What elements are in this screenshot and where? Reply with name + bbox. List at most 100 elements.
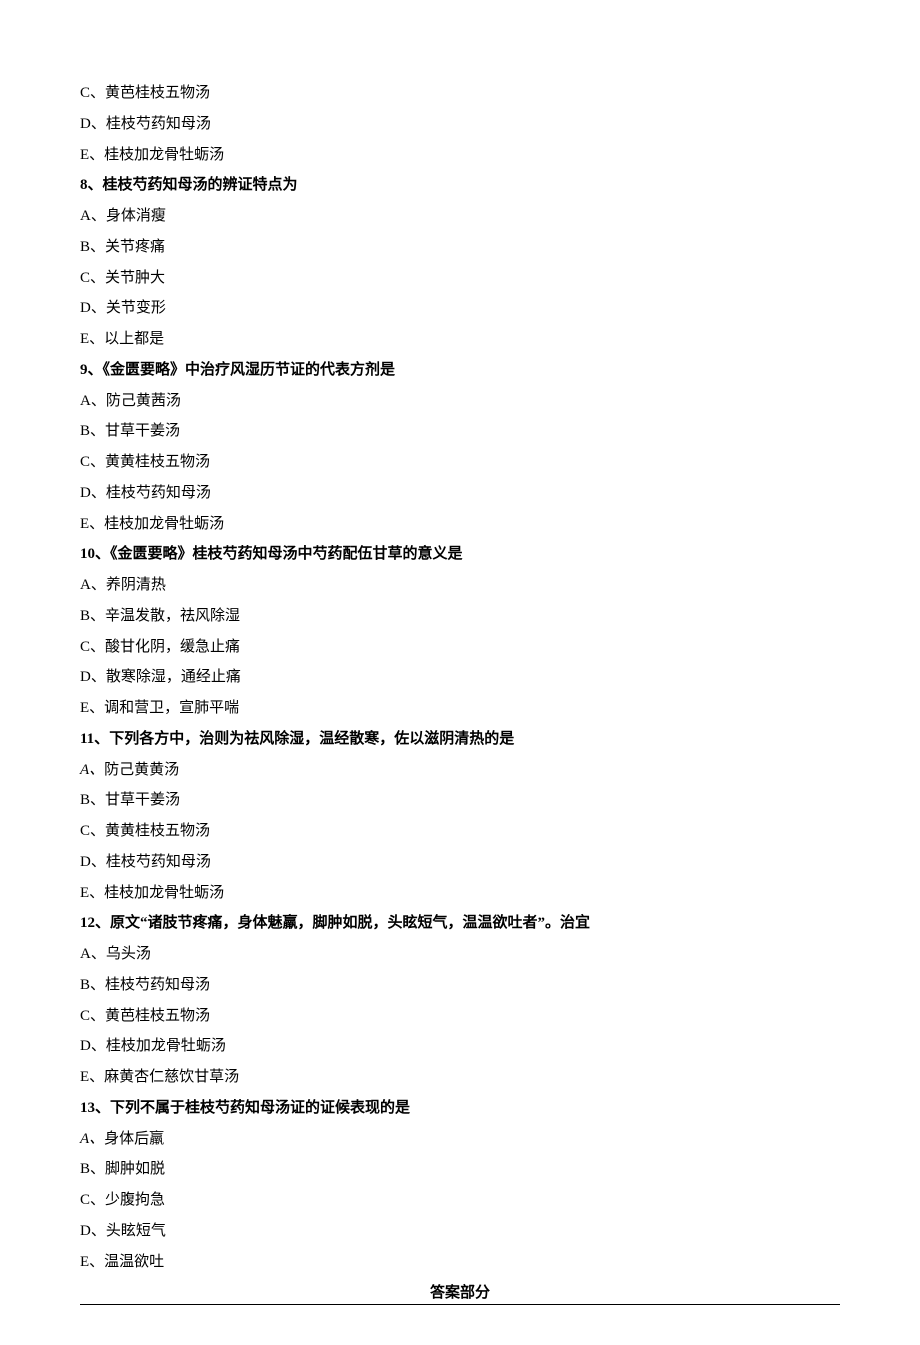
document-page: C、黄芭桂枝五物汤 D、桂枝芍药知母汤 E、桂枝加龙骨牡蛎汤 8、桂枝芍药知母汤… xyxy=(0,0,920,1345)
question-text: 桂枝芍药知母汤的辨证特点为 xyxy=(103,177,298,193)
question-stem: 8、桂枝芍药知母汤的辨证特点为 xyxy=(80,170,840,201)
option-label: C、 xyxy=(80,639,105,655)
option-line: D、散寒除湿，通经止痛 xyxy=(80,662,840,693)
option-label: C、 xyxy=(80,454,105,470)
option-text: 防己黄茜汤 xyxy=(106,393,181,409)
option-label: D、 xyxy=(80,854,106,870)
answer-section-heading: 答案部分 xyxy=(80,1281,840,1305)
option-label: B、 xyxy=(80,977,105,993)
option-line: D、桂枝芍药知母汤 xyxy=(80,478,840,509)
option-label: A、 xyxy=(80,762,104,778)
option-label: A、 xyxy=(80,208,106,224)
option-line: C、黄黄桂枝五物汤 xyxy=(80,816,840,847)
option-text: 黄黄桂枝五物汤 xyxy=(105,454,210,470)
option-text: 桂枝加龙骨牡蛎汤 xyxy=(104,147,224,163)
question-number: 11、 xyxy=(80,731,109,747)
option-label: A、 xyxy=(80,393,106,409)
option-line: A、防己黄茜汤 xyxy=(80,386,840,417)
option-line: E、桂枝加龙骨牡蛎汤 xyxy=(80,509,840,540)
option-text: 散寒除湿，通经止痛 xyxy=(106,669,241,685)
option-line: E、调和营卫，宣肺平喘 xyxy=(80,693,840,724)
option-label: C、 xyxy=(80,85,105,101)
option-label: B、 xyxy=(80,792,105,808)
option-label: C、 xyxy=(80,1192,105,1208)
option-text: 桂枝芍药知母汤 xyxy=(105,977,210,993)
option-line: A、身体消瘦 xyxy=(80,201,840,232)
option-text: 桂枝加龙骨牡蛎汤 xyxy=(104,885,224,901)
option-line: A、乌头汤 xyxy=(80,939,840,970)
question-stem: 13、下列不属于桂枝芍药知母汤证的证候表现的是 xyxy=(80,1093,840,1124)
option-label: E、 xyxy=(80,1254,104,1270)
option-line: E、以上都是 xyxy=(80,324,840,355)
option-line: A、养阴清热 xyxy=(80,570,840,601)
option-text: 以上都是 xyxy=(104,331,164,347)
option-text: 桂枝加龙骨牡蛎汤 xyxy=(104,516,224,532)
option-text: 黄黄桂枝五物汤 xyxy=(105,823,210,839)
question-stem: 11、下列各方中，治则为祛风除湿，温经散寒，佐以滋阴清热的是 xyxy=(80,724,840,755)
option-line: D、桂枝加龙骨牡蛎汤 xyxy=(80,1031,840,1062)
option-line: B、桂枝芍药知母汤 xyxy=(80,970,840,1001)
question-number: 12、 xyxy=(80,915,110,931)
option-line: C、黄黄桂枝五物汤 xyxy=(80,447,840,478)
option-label: B、 xyxy=(80,1161,105,1177)
option-text: 甘草干姜汤 xyxy=(105,792,180,808)
question-text: 《金匮要略》桂枝芍药知母汤中芍药配伍甘草的意义是 xyxy=(110,546,463,562)
option-label: D、 xyxy=(80,485,106,501)
option-label: C、 xyxy=(80,270,105,286)
question-stem: 10、《金匮要略》桂枝芍药知母汤中芍药配伍甘草的意义是 xyxy=(80,539,840,570)
option-text: 桂枝芍药知母汤 xyxy=(106,485,211,501)
option-line: D、桂枝芍药知母汤 xyxy=(80,847,840,878)
option-text: 桂枝芍药知母汤 xyxy=(106,854,211,870)
option-line: C、少腹拘急 xyxy=(80,1185,840,1216)
option-label: D、 xyxy=(80,669,106,685)
question-number: 13、 xyxy=(80,1100,110,1116)
option-line: E、麻黄杏仁慈饮甘草汤 xyxy=(80,1062,840,1093)
question-stem: 12、原文“诸肢节疼痛，身体魅羸，脚肿如脱，头眩短气，温温欲吐者”。治宜 xyxy=(80,908,840,939)
option-text: 身体消瘦 xyxy=(106,208,166,224)
option-label: B、 xyxy=(80,423,105,439)
option-label: C、 xyxy=(80,823,105,839)
option-line: C、关节肿大 xyxy=(80,263,840,294)
option-line: E、桂枝加龙骨牡蛎汤 xyxy=(80,140,840,171)
option-line: D、关节变形 xyxy=(80,293,840,324)
option-text: 辛温发散，祛风除湿 xyxy=(105,608,240,624)
option-line: A、防己黄黄汤 xyxy=(80,755,840,786)
option-text: 黄芭桂枝五物汤 xyxy=(105,85,210,101)
option-text: 黄芭桂枝五物汤 xyxy=(105,1008,210,1024)
option-label: E、 xyxy=(80,885,104,901)
option-text: 甘草干姜汤 xyxy=(105,423,180,439)
option-line: B、甘草干姜汤 xyxy=(80,416,840,447)
option-label: E、 xyxy=(80,331,104,347)
option-line: A、身体后羸 xyxy=(80,1124,840,1155)
option-label: B、 xyxy=(80,239,105,255)
option-text: 温温欲吐 xyxy=(104,1254,164,1270)
option-label: A、 xyxy=(80,577,106,593)
option-line: D、桂枝芍药知母汤 xyxy=(80,109,840,140)
option-label: D、 xyxy=(80,1038,106,1054)
option-text: 脚肿如脱 xyxy=(105,1161,165,1177)
option-line: E、温温欲吐 xyxy=(80,1247,840,1278)
option-label: C、 xyxy=(80,1008,105,1024)
option-line: C、黄芭桂枝五物汤 xyxy=(80,78,840,109)
option-text: 桂枝加龙骨牡蛎汤 xyxy=(106,1038,226,1054)
option-line: C、黄芭桂枝五物汤 xyxy=(80,1001,840,1032)
option-line: B、甘草干姜汤 xyxy=(80,785,840,816)
option-text: 防己黄黄汤 xyxy=(104,762,179,778)
question-text: 下列不属于桂枝芍药知母汤证的证候表现的是 xyxy=(110,1100,410,1116)
option-label: E、 xyxy=(80,1069,104,1085)
option-label: B、 xyxy=(80,608,105,624)
option-label: D、 xyxy=(80,300,106,316)
option-text: 关节变形 xyxy=(106,300,166,316)
option-line: E、桂枝加龙骨牡蛎汤 xyxy=(80,878,840,909)
option-label: D、 xyxy=(80,1223,106,1239)
option-label: A、 xyxy=(80,946,106,962)
option-line: C、酸甘化阴，缓急止痛 xyxy=(80,632,840,663)
option-label: A、 xyxy=(80,1131,104,1147)
option-line: B、辛温发散，祛风除湿 xyxy=(80,601,840,632)
option-label: D、 xyxy=(80,116,106,132)
option-label: E、 xyxy=(80,700,104,716)
option-label: E、 xyxy=(80,147,104,163)
option-text: 乌头汤 xyxy=(106,946,151,962)
option-label: E、 xyxy=(80,516,104,532)
question-number: 10、 xyxy=(80,546,110,562)
